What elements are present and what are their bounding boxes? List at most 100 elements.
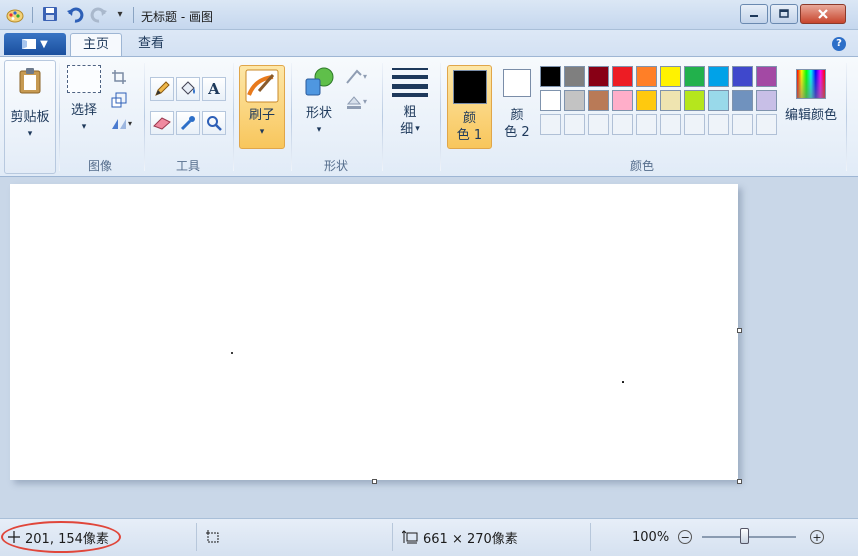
select-label: 选择 — [70, 103, 97, 118]
zoom-slider[interactable] — [702, 528, 796, 544]
paint-menu-button[interactable]: ▼ — [4, 33, 66, 55]
zoom-in-button[interactable]: + — [810, 530, 824, 544]
tab-view[interactable]: 查看 — [126, 33, 176, 57]
shapes-group-label: 形状 — [323, 159, 348, 173]
palette-swatch[interactable] — [708, 66, 729, 87]
chevron-down-icon: ▾ — [259, 127, 265, 137]
shapes-button[interactable]: 形状 ▾ — [298, 65, 340, 139]
palette-swatch[interactable] — [708, 90, 729, 111]
color-picker-icon[interactable] — [176, 111, 200, 135]
help-icon[interactable]: ? — [832, 37, 846, 51]
minimize-icon — [750, 15, 758, 17]
pencil-icon[interactable] — [150, 77, 174, 101]
brushes-button[interactable]: 刷子 ▾ — [239, 65, 285, 149]
palette-swatch[interactable] — [636, 66, 657, 87]
resize-handle-right[interactable] — [737, 328, 742, 333]
brush-icon — [245, 69, 279, 103]
custom-color-slot[interactable] — [612, 114, 633, 135]
resize-handle-bottom[interactable] — [372, 479, 377, 484]
clipboard-button[interactable]: 剪贴板 ▾ — [4, 60, 56, 174]
eraser-icon[interactable] — [150, 111, 174, 135]
rotate-icon[interactable]: ▾ — [108, 113, 136, 135]
color2-label-line1: 颜 — [510, 108, 524, 123]
fill-bucket-icon[interactable] — [176, 77, 200, 101]
tools-group-label: 工具 — [175, 159, 200, 173]
color-palette — [540, 66, 777, 135]
palette-swatch[interactable] — [756, 90, 777, 111]
color-spectrum-icon — [796, 69, 826, 99]
custom-color-slot[interactable] — [588, 114, 609, 135]
palette-swatch[interactable] — [660, 66, 681, 87]
group-separator — [144, 63, 145, 171]
palette-swatch[interactable] — [588, 90, 609, 111]
palette-swatch[interactable] — [564, 90, 585, 111]
zoom-out-button[interactable]: − — [678, 530, 693, 544]
palette-swatch[interactable] — [732, 90, 753, 111]
tools-palette: A — [150, 77, 226, 135]
chevron-down-icon: ▾ — [316, 125, 322, 135]
color1-button[interactable]: 颜 色 1 — [447, 65, 492, 149]
text-tool-icon[interactable]: A — [202, 77, 226, 101]
fill-icon[interactable]: ▾ — [344, 91, 372, 113]
custom-color-slot[interactable] — [564, 114, 585, 135]
custom-color-slot[interactable] — [756, 114, 777, 135]
palette-swatch[interactable] — [660, 90, 681, 111]
custom-color-slot[interactable] — [684, 114, 705, 135]
crop-icon[interactable] — [108, 66, 130, 88]
palette-swatch[interactable] — [612, 66, 633, 87]
close-icon — [818, 9, 828, 19]
color1-swatch — [452, 70, 487, 104]
palette-swatch[interactable] — [564, 66, 585, 87]
color1-label-line2: 色 1 — [456, 128, 483, 143]
resize-handle-corner[interactable] — [737, 479, 742, 484]
maximize-icon — [779, 9, 789, 18]
palette-swatch[interactable] — [540, 90, 561, 111]
canvas-workspace — [0, 178, 858, 518]
group-separator — [291, 63, 292, 171]
palette-swatch[interactable] — [684, 90, 705, 111]
colors-group-label: 颜色 — [629, 159, 654, 173]
redo-icon[interactable] — [90, 6, 108, 24]
resize-icon[interactable] — [108, 89, 130, 111]
svg-text:▾: ▾ — [128, 119, 132, 128]
crosshair-icon — [8, 531, 20, 543]
palette-swatch[interactable] — [588, 66, 609, 87]
tab-home[interactable]: 主页 — [70, 33, 123, 57]
select-button[interactable]: 选择 ▾ — [64, 65, 104, 136]
custom-color-slot[interactable] — [636, 114, 657, 135]
size-label-line2: 细 — [400, 122, 414, 137]
close-button[interactable] — [800, 4, 846, 24]
window-controls — [740, 4, 846, 24]
palette-swatch[interactable] — [612, 90, 633, 111]
drawing-canvas[interactable] — [10, 184, 738, 480]
size-button[interactable]: 粗 细 ▾ — [390, 65, 430, 138]
palette-swatch[interactable] — [540, 66, 561, 87]
menu-icon — [22, 39, 37, 49]
custom-color-slot[interactable] — [732, 114, 753, 135]
select-icon — [67, 65, 101, 93]
canvas-size-icon — [402, 530, 418, 544]
maximize-button[interactable] — [770, 4, 798, 24]
custom-color-slot[interactable] — [540, 114, 561, 135]
palette-swatch[interactable] — [684, 66, 705, 87]
zoom-slider-thumb[interactable] — [739, 528, 749, 544]
edit-colors-button[interactable]: 编辑颜色 — [784, 65, 838, 124]
undo-icon[interactable] — [66, 6, 84, 24]
palette-swatch[interactable] — [636, 90, 657, 111]
minimize-button[interactable] — [740, 4, 768, 24]
color2-button[interactable]: 颜 色 2 — [498, 65, 536, 149]
save-icon[interactable] — [42, 6, 58, 24]
palette-swatch[interactable] — [756, 66, 777, 87]
outline-icon[interactable]: ▾ — [344, 66, 372, 88]
custom-color-slot[interactable] — [708, 114, 729, 135]
selection-size — [206, 527, 220, 547]
paint-app-icon[interactable] — [6, 6, 24, 24]
custom-color-slot[interactable] — [660, 114, 681, 135]
zoom-level: 100% — [632, 529, 670, 545]
image-group-label: 图像 — [87, 159, 112, 173]
magnifier-icon[interactable] — [202, 111, 226, 135]
palette-swatch[interactable] — [732, 66, 753, 87]
ribbon-tab-bar: ▼ 主页 查看 ? — [0, 30, 858, 57]
customize-quick-access-dropdown[interactable]: ▾ — [114, 6, 126, 24]
ribbon-home: 剪贴板 ▾ 选择 ▾ ▾ 图像 A 工具 刷子 ▾ 形状 ▾ ▾ ▾ 形状 粗 … — [0, 56, 858, 177]
